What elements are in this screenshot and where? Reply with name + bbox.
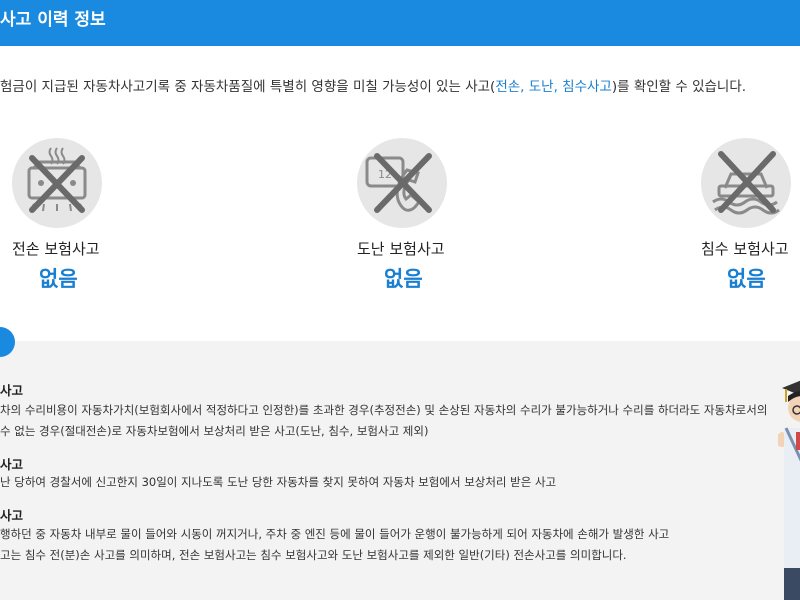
intro-text-before: 험금이 지급된 자동차사고기록 중 자동차품질에 특별히 영향을 미칠 가능성이… [0,79,496,95]
card-flood-value: 없음 [727,267,766,291]
card-theft-label: 도난 보험사고 [357,240,445,258]
card-theft-value: 없음 [384,267,423,291]
section-header: 사고 이력 정보 [0,0,800,46]
flooded-car-icon [701,138,791,228]
intro-text-highlight: 전손, 도난, 침수사고 [495,79,612,95]
definition-text-total-loss-2: 수 없는 경우(절대전손)로 자동차보험에서 보상처리 받은 사고(도난, 침수… [0,424,429,438]
definition-title-theft: 사고 [0,457,24,472]
wrecked-car-icon [12,138,102,228]
definition-text-theft-1: 난 당하여 경찰서에 신고한지 30일이 지나도록 도난 당한 자동차를 찾지 … [0,475,557,489]
stolen-car-phone-icon: 12 [357,138,447,228]
definition-text-total-loss-1: 차의 수리비용이 자동차가치(보험회사에서 적정하다고 인정한)를 초과한 경우… [0,403,768,417]
intro-text-after: )를 확인할 수 있습니다. [611,79,747,95]
section-title: 사고 이력 정보 [0,10,106,30]
card-total-loss-label: 전손 보험사고 [12,240,100,258]
card-flood-label: 침수 보험사고 [701,240,789,258]
card-total-loss-value: 없음 [39,267,78,291]
definition-title-total-loss: 사고 [0,383,24,398]
definition-text-flood-1: 행하던 중 자동차 내부로 물이 들어와 시동이 꺼지거나, 주차 중 엔진 등… [0,527,670,541]
graduate-character-illustration [778,372,800,600]
intro-text: 험금이 지급된 자동차사고기록 중 자동차품질에 특별히 영향을 미칠 가능성이… [0,75,746,95]
definition-title-flood: 사고 [0,508,24,523]
definition-text-flood-2: 고는 침수 전(분)손 사고를 의미하며, 전손 보험사고는 침수 보험사고와 … [0,548,627,562]
